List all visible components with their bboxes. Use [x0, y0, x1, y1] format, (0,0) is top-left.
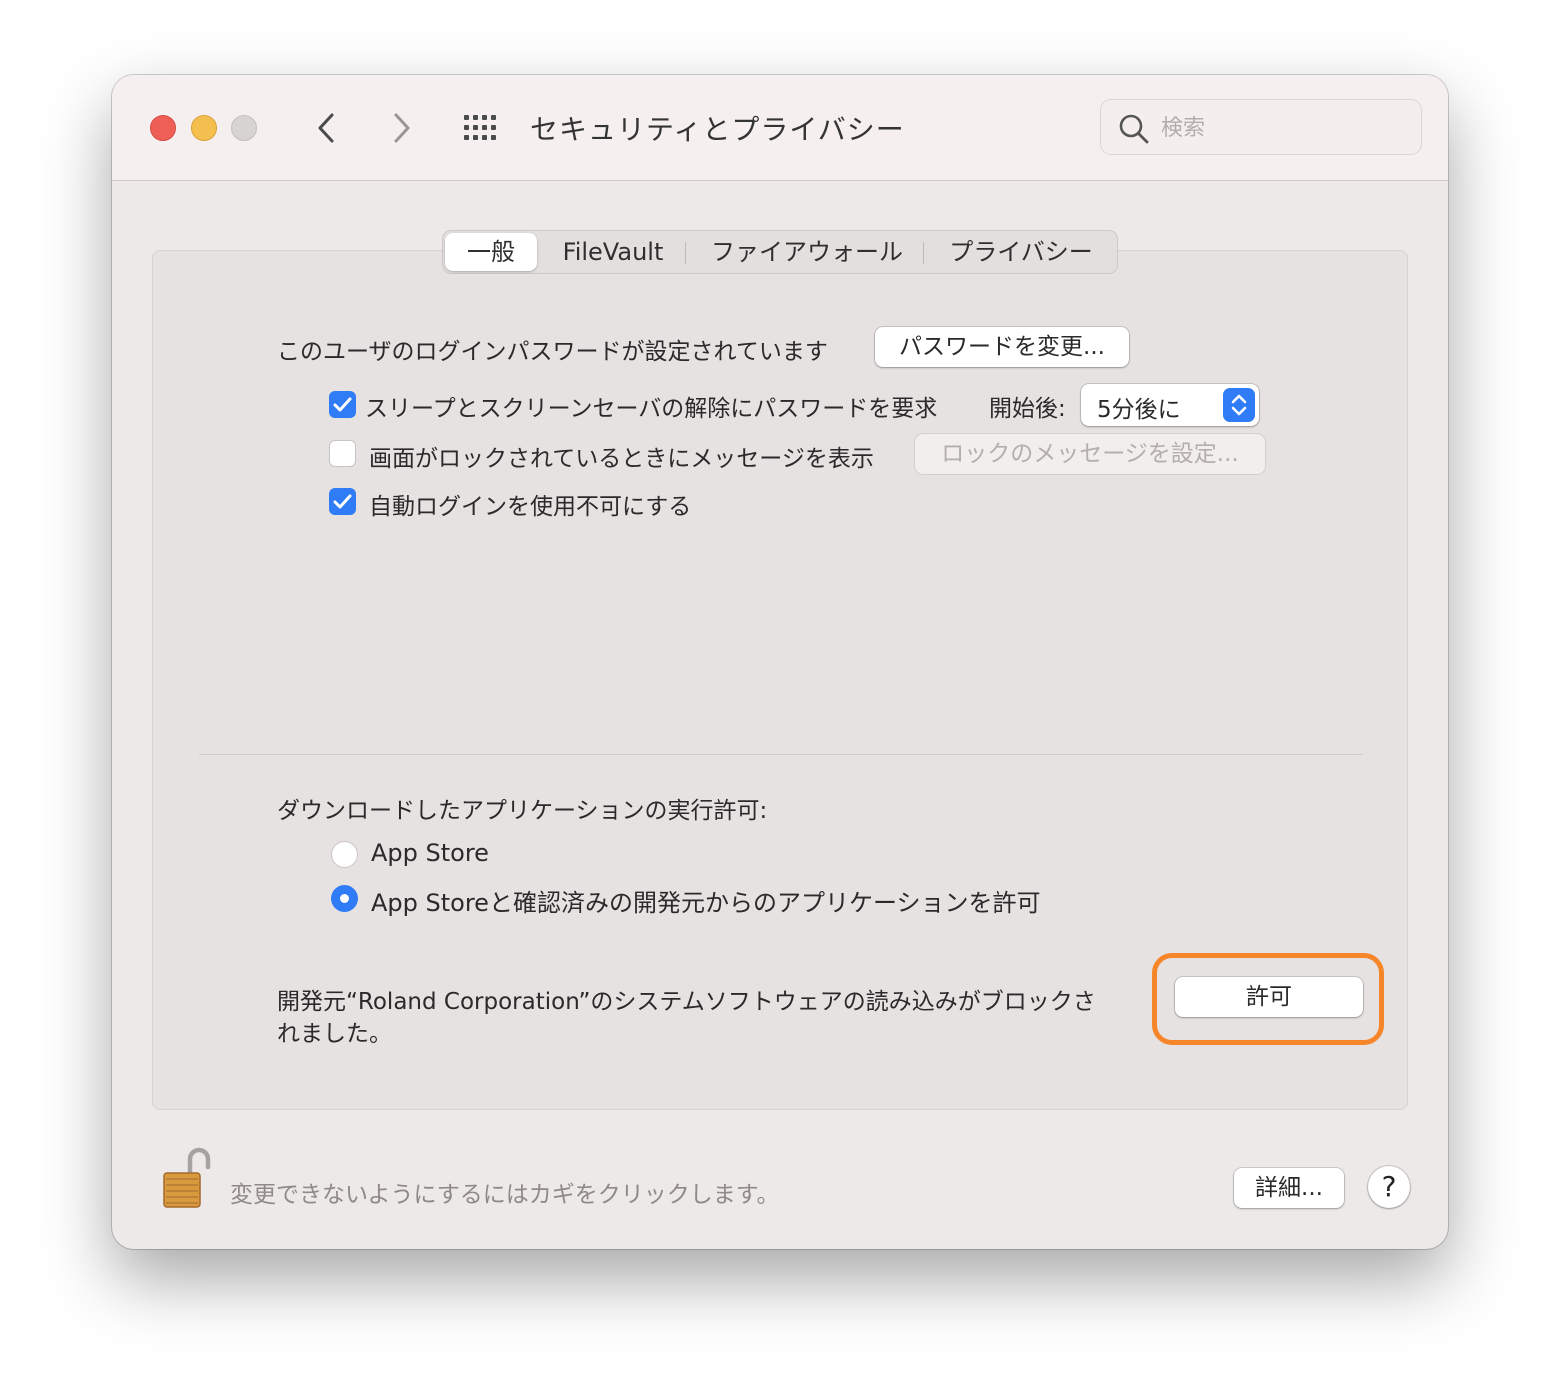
chevron-right-icon: [394, 113, 410, 143]
change-password-button[interactable]: パスワードを変更...: [875, 327, 1129, 367]
radio-app-store-and-identified[interactable]: [331, 885, 358, 912]
disable-auto-login-checkbox[interactable]: [329, 488, 356, 515]
lock-message-checkbox[interactable]: [329, 440, 356, 467]
tab-general[interactable]: 一般: [445, 233, 537, 271]
back-button[interactable]: [308, 105, 348, 151]
minimize-window-button[interactable]: [191, 115, 217, 141]
checkmark-icon: [333, 397, 352, 412]
search-input[interactable]: [1159, 110, 1413, 146]
help-button[interactable]: ?: [1368, 1166, 1410, 1208]
search-icon: [1119, 114, 1149, 144]
password-delay-select[interactable]: 5分後に: [1081, 384, 1259, 426]
after-delay-label: 開始後:: [989, 396, 1066, 422]
advanced-button[interactable]: 詳細...: [1234, 1168, 1344, 1208]
checkmark-icon: [333, 494, 352, 509]
close-window-button[interactable]: [150, 115, 176, 141]
stepper-arrows-icon: [1223, 388, 1255, 422]
window-title: セキュリティとプライバシー: [530, 113, 905, 146]
unlocked-padlock-button[interactable]: [160, 1145, 212, 1211]
tab-separator: [685, 242, 686, 264]
lock-hint-text: 変更できないようにするにはカギをクリックします。: [230, 1182, 780, 1208]
radio-app-store-and-identified-label: App Storeと確認済みの開発元からのアプリケーションを許可: [371, 889, 1041, 917]
tab-filevault[interactable]: FileVault: [545, 231, 681, 273]
grid-icon: [464, 115, 496, 140]
title-bar: セキュリティとプライバシー: [112, 75, 1448, 181]
require-password-checkbox[interactable]: [329, 391, 356, 418]
password-status-text: このユーザのログインパスワードが設定されています: [277, 339, 828, 365]
blocked-software-message-line1: 開発元“Roland Corporation”のシステムソフトウェアの読み込みが…: [277, 989, 1096, 1015]
tab-separator: [923, 242, 924, 264]
unlocked-padlock-icon: [163, 1147, 211, 1208]
chevron-left-icon: [318, 113, 334, 143]
radio-app-store[interactable]: [331, 841, 358, 868]
section-divider: [199, 754, 1363, 755]
system-preferences-window: セキュリティとプライバシー このユーザのログインパスワードが設定されています パ…: [112, 75, 1448, 1249]
radio-app-store-label: App Store: [371, 839, 489, 867]
lock-message-label: 画面がロックされているときにメッセージを表示: [369, 446, 874, 472]
show-all-grid-button[interactable]: [462, 113, 502, 143]
tab-privacy[interactable]: プライバシー: [929, 231, 1113, 273]
blocked-software-message-line2: れました。: [277, 1021, 392, 1047]
allow-button-highlight: [1152, 953, 1384, 1045]
tab-firewall[interactable]: ファイアウォール: [693, 231, 921, 273]
set-lock-message-button[interactable]: ロックのメッセージを設定...: [915, 434, 1265, 474]
require-password-label: スリープとスクリーンセーバの解除にパスワードを要求: [365, 396, 938, 422]
zoom-window-button[interactable]: [231, 115, 257, 141]
download-permission-heading: ダウンロードしたアプリケーションの実行許可:: [277, 798, 768, 824]
forward-button[interactable]: [382, 105, 422, 151]
tab-bar: 一般 FileVault ファイアウォール プライバシー: [442, 230, 1118, 274]
password-delay-value: 5分後に: [1097, 397, 1181, 423]
disable-auto-login-label: 自動ログインを使用不可にする: [369, 494, 692, 520]
search-field[interactable]: [1100, 99, 1422, 155]
